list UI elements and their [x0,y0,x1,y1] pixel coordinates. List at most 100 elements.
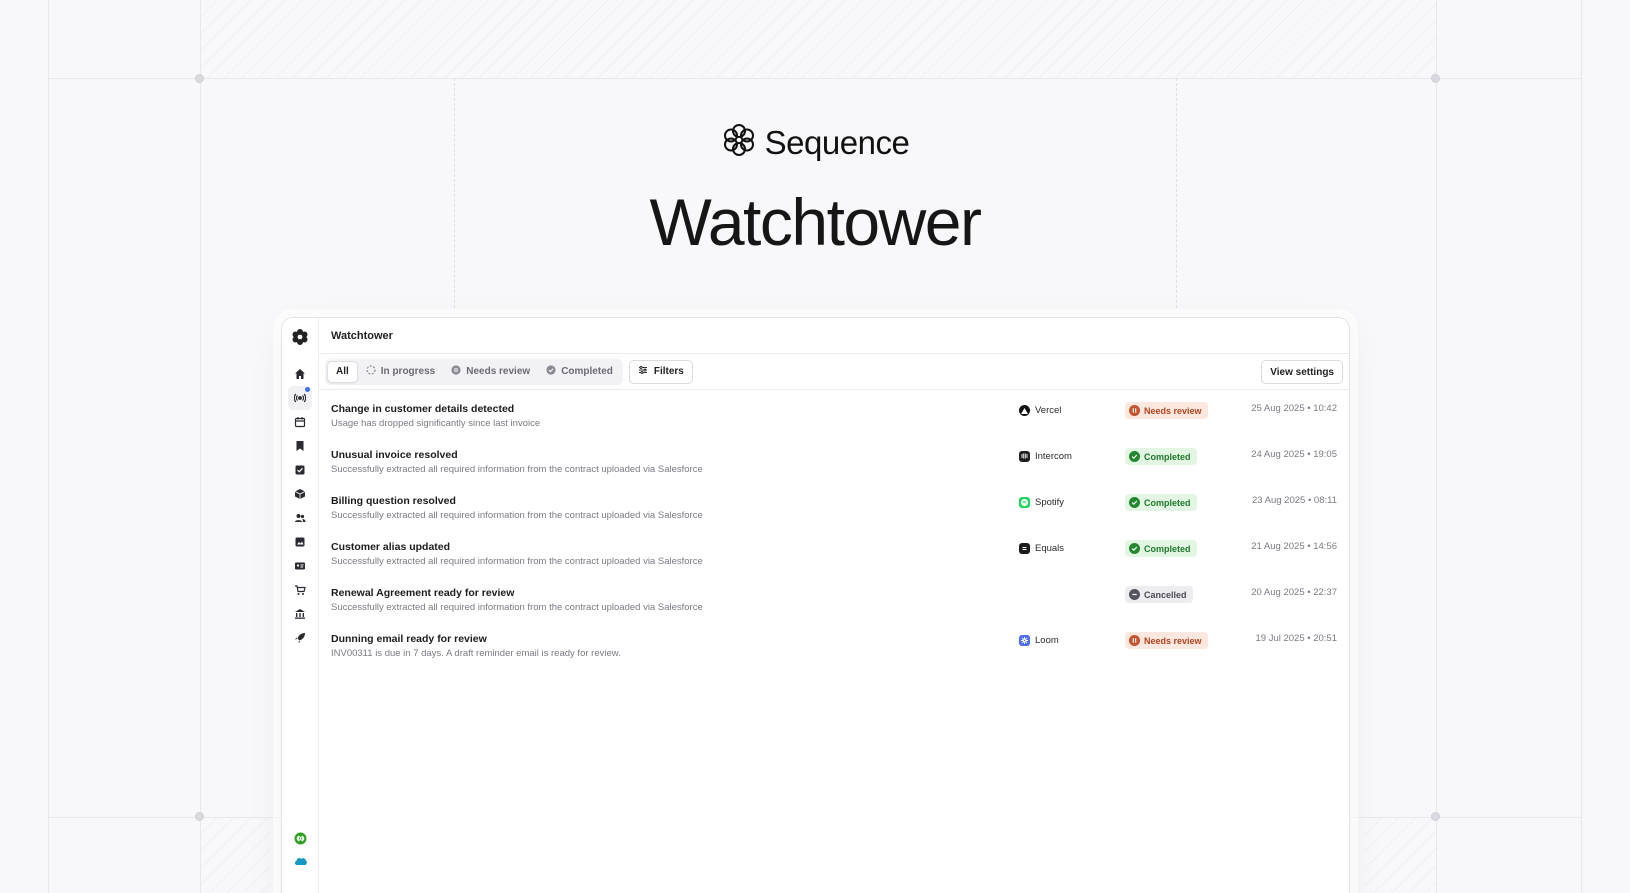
timestamp: 25 Aug 2025 • 10:42 [1251,403,1337,414]
check-circle-icon [1129,497,1140,508]
pause-circle-icon [1129,635,1140,646]
item-title: Dunning email ready for review [331,633,487,645]
notification-dot [305,387,310,392]
sliders-icon [638,365,648,378]
status-badge: Needs review [1125,632,1208,649]
company-name: Spotify [1035,497,1065,508]
item-subtitle: Successfully extracted all required info… [331,510,703,521]
calendar-icon[interactable] [288,410,312,434]
sequence-logo-icon [721,122,757,163]
status-badge: Needs review [1125,402,1208,419]
bookmark-icon[interactable] [288,434,312,458]
item-title: Billing question resolved [331,495,456,507]
page-header: Watchtower [319,318,1349,354]
checklist-icon[interactable] [288,458,312,482]
tab-all[interactable]: All [327,360,358,383]
company-tag[interactable]: Spotify [1019,497,1064,508]
company-tag[interactable]: Loom [1019,635,1059,646]
company-name: Intercom [1035,451,1072,462]
timestamp: 23 Aug 2025 • 08:11 [1251,495,1337,506]
list-item[interactable]: Customer alias updated Successfully extr… [319,528,1349,574]
filters-button[interactable]: Filters [628,359,693,384]
status-label: Needs review [1144,635,1202,646]
view-settings-button[interactable]: View settings [1261,360,1343,384]
image-icon[interactable] [288,530,312,554]
tab-completed-label: Completed [561,366,613,377]
item-subtitle: Successfully extracted all required info… [331,602,703,613]
list-item[interactable]: Renewal Agreement ready for review Succe… [319,574,1349,620]
company-tag[interactable]: Vercel [1019,405,1061,416]
tab-in-progress-label: In progress [380,366,436,377]
bank-icon[interactable] [288,602,312,626]
status-label: Completed [1144,497,1191,508]
id-card-icon[interactable] [288,554,312,578]
users-icon[interactable] [288,506,312,530]
company-name: Vercel [1035,405,1062,416]
list-item[interactable]: Change in customer details detected Usag… [319,390,1349,436]
broadcast-icon[interactable] [288,386,312,410]
rocket-icon[interactable] [288,626,312,650]
home-icon[interactable] [288,362,312,386]
brand-name: Sequence [764,123,910,161]
main-panel: Watchtower All In progress Needs review … [319,318,1349,893]
tab-needs-review-label: Needs review [466,366,531,377]
status-badge: Completed [1125,540,1197,557]
company-tag[interactable]: Intercom [1019,451,1072,462]
timestamp: 21 Aug 2025 • 14:56 [1251,541,1337,552]
tab-needs-review[interactable]: Needs review [443,361,538,383]
list-item[interactable]: Billing question resolved Successfully e… [319,482,1349,528]
package-icon[interactable] [288,482,312,506]
salesforce-icon[interactable] [288,849,312,873]
sidebar [282,318,319,893]
timestamp: 20 Aug 2025 • 22:37 [1251,587,1337,598]
app-logo-icon[interactable] [291,328,309,351]
item-title: Renewal Agreement ready for review [331,587,515,599]
equals-logo-icon [1019,543,1030,554]
item-subtitle: Usage has dropped significantly since la… [331,418,541,429]
timestamp: 19 Jul 2025 • 20:51 [1255,633,1337,644]
tab-all-label: All [336,366,349,377]
spotify-logo-icon [1019,497,1030,508]
item-title: Change in customer details detected [331,403,515,415]
item-subtitle: Successfully extracted all required info… [331,556,703,567]
status-label: Needs review [1144,405,1202,416]
brand-lockup: Sequence [0,122,1630,163]
status-badge: Completed [1125,494,1197,511]
filter-toolbar: All In progress Needs review Completed F… [319,354,1349,390]
company-name: Loom [1035,635,1059,646]
check-circle-icon [1129,451,1140,462]
hatch-top [200,0,1437,78]
marketing-stage: Sequence Watchtower Watchtower All In pr… [0,0,1630,893]
tab-in-progress[interactable]: In progress [358,361,443,383]
frame-dot [195,812,204,821]
item-title: Customer alias updated [331,541,451,553]
hatch-bottom-right [1365,817,1437,893]
list-item[interactable]: Unusual invoice resolved Successfully ex… [319,436,1349,482]
app-window: Watchtower All In progress Needs review … [281,317,1350,893]
view-settings-label: View settings [1270,366,1334,378]
cart-icon[interactable] [288,578,312,602]
status-label: Completed [1144,543,1191,554]
status-label: Completed [1144,451,1191,462]
list-item[interactable]: Dunning email ready for review INV00311 … [319,620,1349,666]
hatch-bottom-left [200,817,270,893]
vercel-logo-icon [1019,405,1030,416]
frame-dot [1431,74,1440,83]
company-name: Equals [1035,543,1065,554]
pause-circle-icon [1129,405,1140,416]
company-tag[interactable]: Equals [1019,543,1064,554]
frame-line [48,78,1582,79]
status-tabs: All In progress Needs review Completed [325,358,623,385]
hero-title: Watchtower [649,185,982,259]
status-badge: Completed [1125,448,1197,465]
pause-circle-icon [451,365,461,378]
progress-dashed-icon [366,365,376,378]
loom-logo-icon [1019,635,1030,646]
frame-dot [195,74,204,83]
timestamp: 24 Aug 2025 • 19:05 [1251,449,1337,460]
page-title: Watchtower [331,329,393,342]
frame-dot [1431,812,1440,821]
tab-completed[interactable]: Completed [538,361,621,383]
quickbooks-icon[interactable] [288,826,312,850]
item-title: Unusual invoice resolved [331,449,458,461]
